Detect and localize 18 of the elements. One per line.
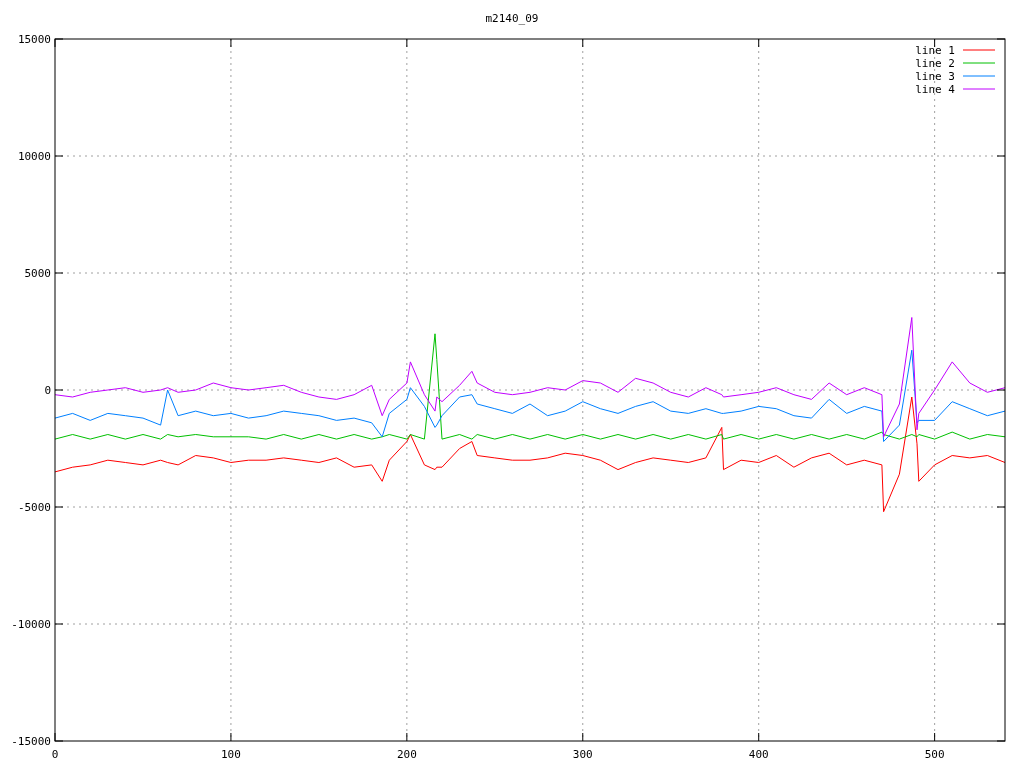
x-tick-label: 200: [396, 748, 417, 761]
legend-label: line 1: [915, 44, 955, 57]
y-tick-label: 15000: [17, 33, 51, 46]
y-tick-label: -15000: [11, 735, 51, 748]
x-tick-label: 100: [221, 748, 241, 761]
x-tick-label: 400: [748, 748, 769, 761]
legend-label: line 4: [915, 83, 955, 96]
y-tick-label: 0: [44, 384, 51, 397]
x-tick-label: 500: [924, 748, 945, 761]
y-tick-label: 10000: [17, 150, 51, 163]
x-tick-label: 0: [51, 748, 59, 761]
x-tick-label: 300: [572, 748, 593, 761]
y-tick-label: -5000: [17, 501, 51, 514]
y-tick-label: 5000: [24, 267, 51, 280]
legend-label: line 3: [915, 70, 955, 83]
chart-title: m2140_09: [485, 12, 539, 25]
y-tick-label: -10000: [11, 618, 51, 631]
legend-label: line 2: [915, 57, 955, 70]
